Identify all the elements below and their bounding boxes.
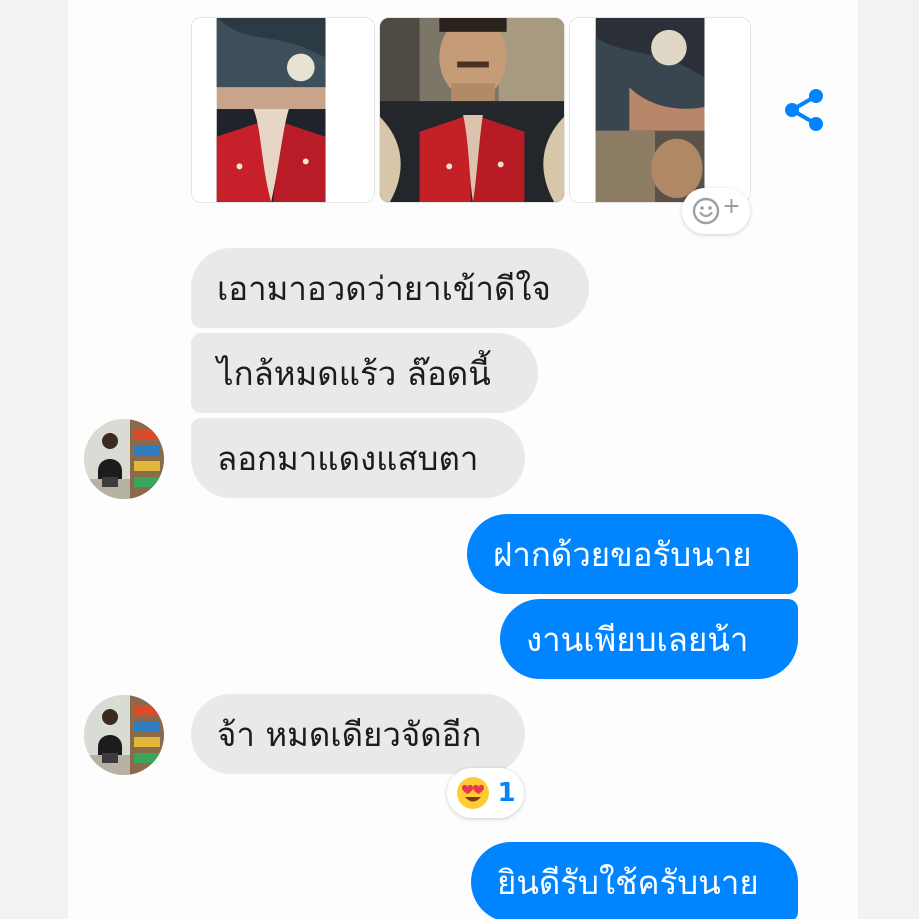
tattoo-back-photo xyxy=(192,18,374,202)
screenshot-frame: + เอามาอวดว่ายาเข้าดีใจ ไกล้หมดแร้ว ล๊อด… xyxy=(0,0,919,919)
incoming-message-2[interactable]: ไกล้หมดแร้ว ล๊อดนี้ xyxy=(191,333,538,413)
incoming-message-4[interactable]: จ้า หมดเดียวจัดอีก xyxy=(191,694,525,774)
outgoing-message-3[interactable]: ยินดีรับใช้ครับนาย xyxy=(471,842,798,919)
outgoing-message-2[interactable]: งานเพียบเลยน้า xyxy=(500,599,798,679)
photo-attachment-2[interactable] xyxy=(379,17,565,203)
avatar-photo xyxy=(84,419,164,499)
photo-attachment-3[interactable] xyxy=(569,17,751,203)
tattoo-arm-photo xyxy=(570,18,750,202)
photo-attachment-group xyxy=(191,17,751,203)
plus-icon: + xyxy=(722,193,741,219)
add-reaction-button[interactable]: + xyxy=(682,188,750,234)
add-reaction-icon xyxy=(693,197,720,225)
avatar-photo xyxy=(84,695,164,775)
contact-avatar[interactable] xyxy=(84,419,164,499)
message-text: ลอกมาแดงแสบตา xyxy=(217,438,479,478)
message-text: ไกล้หมดแร้ว ล๊อดนี้ xyxy=(217,353,491,393)
incoming-message-3[interactable]: ลอกมาแดงแสบตา xyxy=(191,418,525,498)
message-reaction[interactable]: 1 xyxy=(447,768,524,818)
share-icon xyxy=(785,89,823,131)
reaction-count: 1 xyxy=(497,778,516,808)
heart-eyes-emoji-icon xyxy=(457,777,490,809)
message-text: งานเพียบเลยน้า xyxy=(526,619,749,659)
tattoo-chest-photo xyxy=(380,18,564,202)
share-button[interactable] xyxy=(782,86,828,134)
photo-attachment-1[interactable] xyxy=(191,17,375,203)
message-text: เอามาอวดว่ายาเข้าดีใจ xyxy=(217,268,551,308)
outgoing-message-1[interactable]: ฝากด้วยขอรับนาย xyxy=(467,514,798,594)
incoming-message-1[interactable]: เอามาอวดว่ายาเข้าดีใจ xyxy=(191,248,589,328)
message-text: ยินดีรับใช้ครับนาย xyxy=(497,862,759,902)
message-text: ฝากด้วยขอรับนาย xyxy=(493,534,752,574)
contact-avatar[interactable] xyxy=(84,695,164,775)
message-text: จ้า หมดเดียวจัดอีก xyxy=(217,714,482,754)
